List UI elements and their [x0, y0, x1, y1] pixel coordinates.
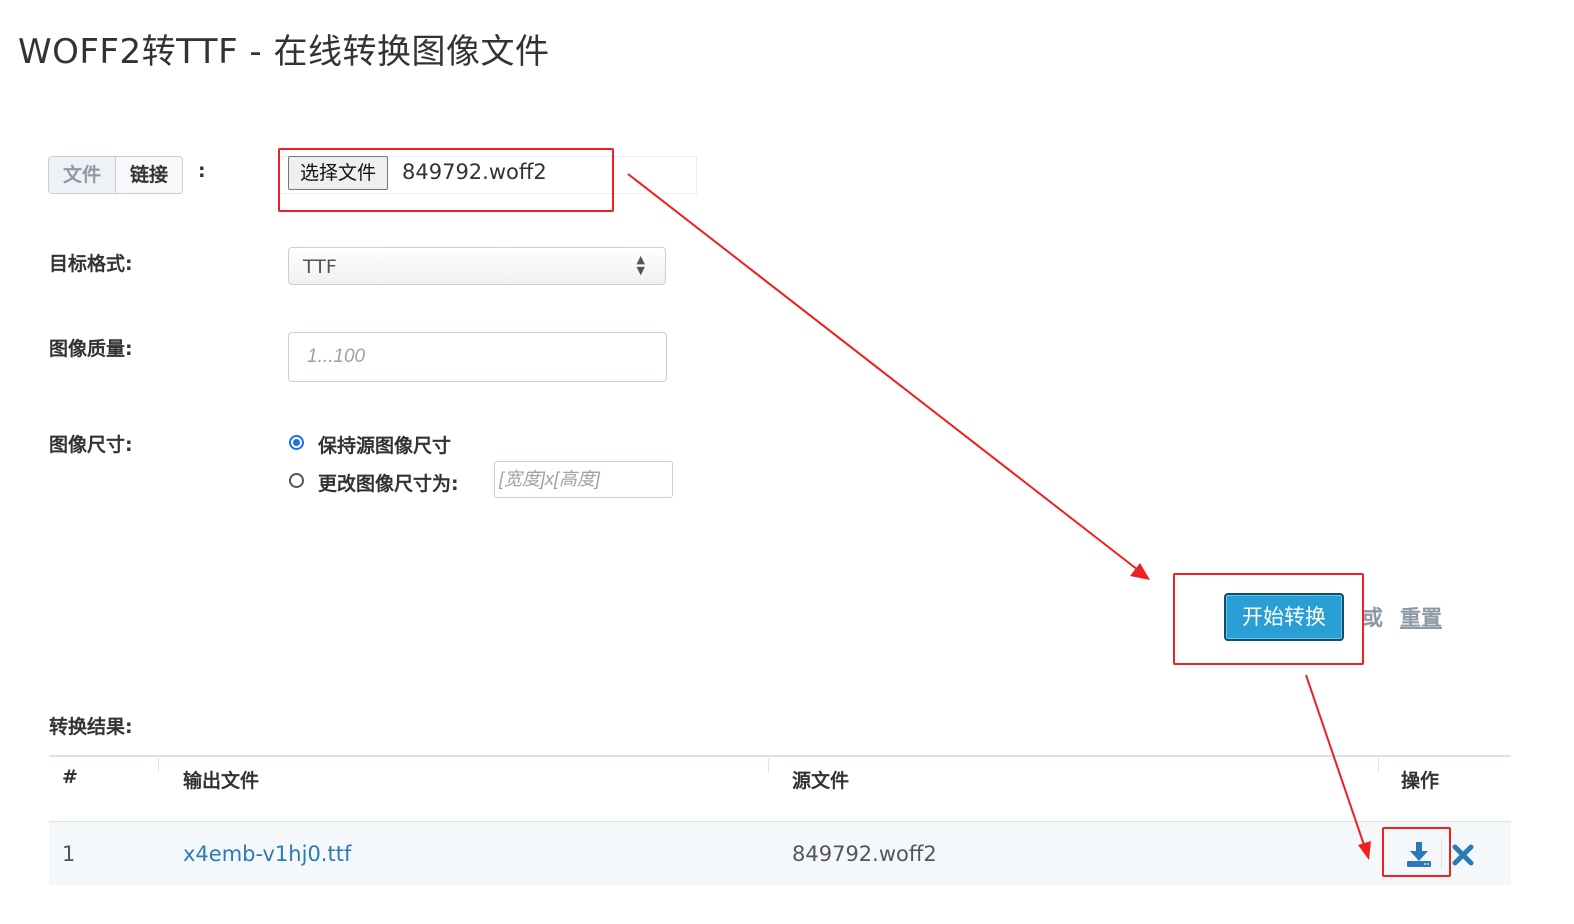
annotation-box-file [278, 148, 614, 212]
annotation-box-download [1382, 827, 1451, 877]
quality-input[interactable] [288, 332, 667, 382]
col-header-output: 输出文件 [183, 770, 260, 792]
page-title: WOFF2转TTF - 在线转换图像文件 [18, 32, 550, 72]
column-divider [1378, 758, 1379, 772]
target-format-label: 目标格式: [49, 253, 133, 275]
delete-button[interactable] [1450, 842, 1476, 868]
source-toggle: 文件 链接 [48, 156, 184, 194]
row-index: 1 [62, 842, 76, 866]
col-header-actions: 操作 [1401, 770, 1440, 792]
or-text: 或 [1362, 606, 1383, 630]
size-label: 图像尺寸: [49, 434, 133, 456]
annotation-arrow-to-start [627, 173, 1150, 580]
custom-size-input[interactable] [494, 461, 673, 498]
radio-custom-size-label: 更改图像尺寸为: [318, 473, 459, 495]
source-file-name: 849792.woff2 [792, 842, 937, 866]
annotation-box-start [1173, 573, 1364, 665]
tab-file[interactable]: 文件 [49, 157, 117, 193]
reset-link[interactable]: 重置 [1400, 602, 1442, 632]
output-file-link[interactable]: x4emb-v1hj0.ttf [183, 842, 351, 866]
results-label: 转换结果: [49, 716, 133, 738]
column-divider [768, 758, 769, 772]
source-colon: : [198, 160, 206, 182]
radio-custom-size[interactable] [289, 473, 304, 488]
radio-keep-size[interactable] [289, 435, 304, 450]
close-icon [1452, 844, 1474, 866]
column-divider [158, 758, 159, 772]
target-format-value: TTF [303, 256, 337, 278]
table-top-border [49, 755, 1511, 757]
radio-keep-size-label: 保持源图像尺寸 [318, 435, 452, 457]
select-arrows-icon: ▲ ▼ [636, 253, 645, 277]
quality-label: 图像质量: [49, 338, 133, 360]
col-header-index: # [62, 766, 78, 788]
target-format-select[interactable]: TTF ▲ ▼ [288, 247, 666, 285]
col-header-source: 源文件 [792, 770, 850, 792]
tab-link[interactable]: 链接 [116, 157, 183, 193]
